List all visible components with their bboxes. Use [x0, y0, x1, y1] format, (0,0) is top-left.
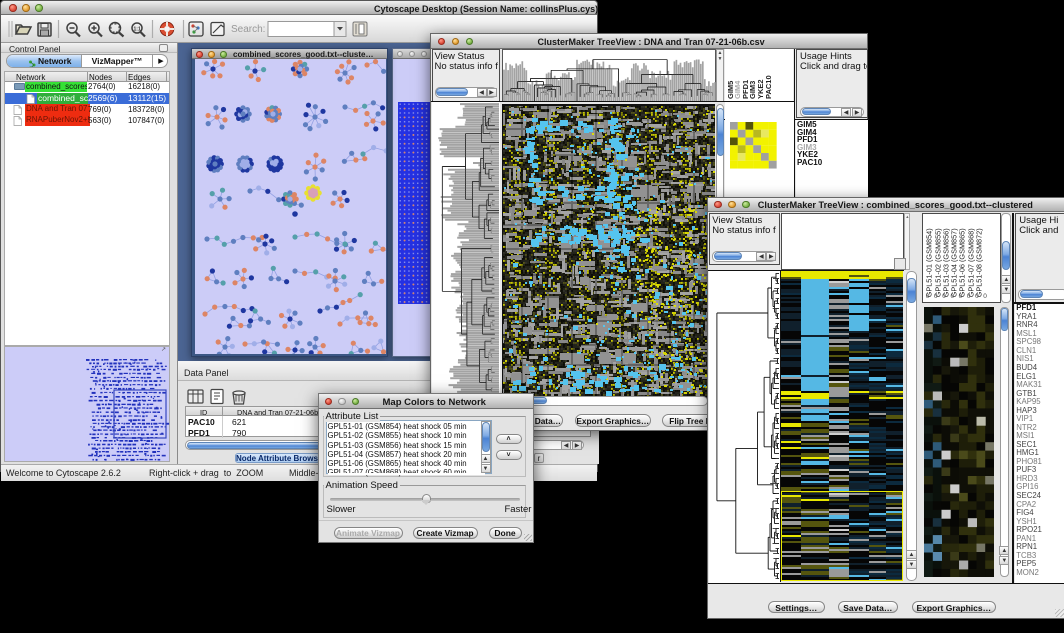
svg-text:Search:: Search:: [231, 24, 265, 35]
svg-text:1:1: 1:1: [134, 27, 141, 33]
